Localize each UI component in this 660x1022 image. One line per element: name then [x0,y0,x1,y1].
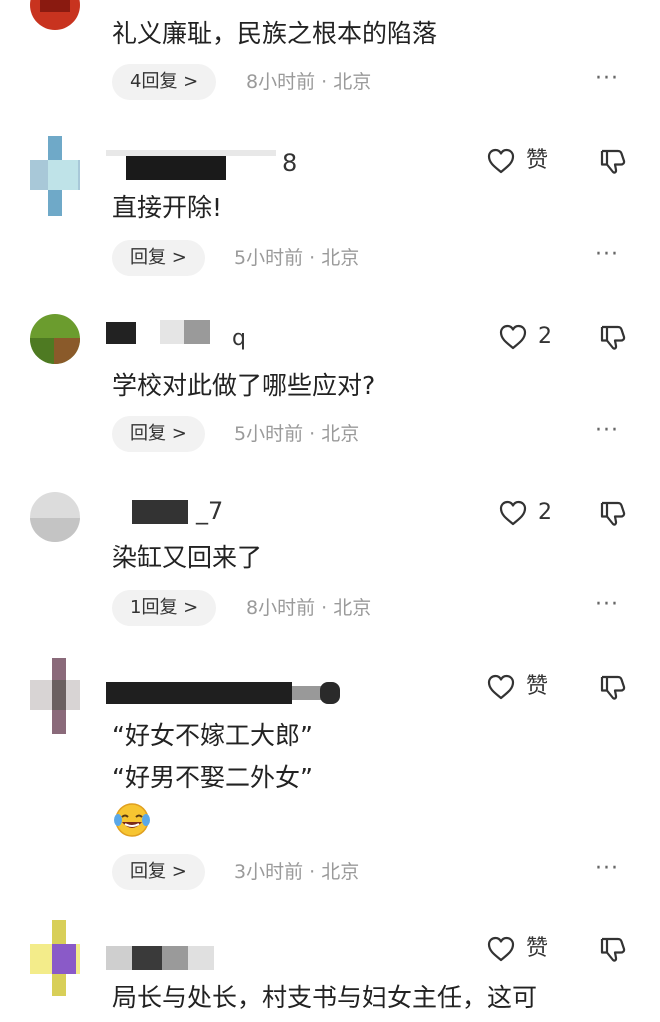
heart-outline-icon [486,934,516,964]
comment-text-line-2: “好男不娶二外女” [112,763,313,792]
username-fragment: 8 [282,149,298,177]
laughing-crying-emoji [114,803,150,837]
avatar[interactable] [30,0,80,30]
avatar[interactable] [30,314,80,364]
heart-outline-icon [486,146,516,176]
thumbs-down-icon[interactable] [598,146,628,176]
reply-button[interactable]: 回复 > [112,416,205,452]
username[interactable]: q [106,312,366,351]
like-label: 赞 [526,148,549,173]
like-count: 2 [538,500,552,525]
more-dots-icon[interactable]: ··· [590,854,624,890]
heart-outline-icon [486,672,516,702]
comment-text: 礼义廉耻，民族之根本的陷落 [112,19,438,48]
username[interactable] [106,938,366,970]
comment-item: _7 2 染缸又回来了 1回复 > 8小时前 · 北京 ··· [0,482,660,632]
avatar[interactable] [30,492,80,542]
comment-text: 学校对此做了哪些应对? [112,371,376,400]
like-button[interactable]: 赞 [486,144,566,178]
comment-item: q 2 学校对此做了哪些应对? 回复 > 5小时前 · 北京 ··· [0,306,660,456]
reply-button[interactable]: 4回复 > [112,64,217,100]
comment-item: 赞 “好女不嫁工大郎” “好男不娶二外女” 回复 > 3小时前 · 北京 ··· [0,654,660,904]
timestamp-location: 5小时前 · 北京 [234,423,360,445]
more-dots-icon[interactable]: ··· [590,590,624,626]
avatar[interactable] [30,136,80,216]
comment-item: 礼义廉耻，民族之根本的陷落 4回复 > 8小时前 · 北京 ··· [0,0,660,110]
thumbs-down-icon[interactable] [598,672,628,702]
heart-outline-icon [498,322,528,352]
reply-button[interactable]: 回复 > [112,854,205,890]
thumbs-down-icon[interactable] [598,498,628,528]
comment-text: 染缸又回来了 [112,543,263,572]
username[interactable]: 8 [106,148,366,180]
timestamp-location: 8小时前 · 北京 [246,597,372,619]
like-count: 2 [538,324,552,349]
reply-button[interactable]: 回复 > [112,240,205,276]
comment-text: 局长与处长，村支书与妇女主任，这可 [112,983,538,1012]
timestamp-location: 5小时前 · 北京 [234,247,360,269]
more-dots-icon[interactable]: ··· [590,240,624,276]
more-dots-icon[interactable]: ··· [590,64,624,100]
username-fragment: q [232,326,246,351]
comment-text: 直接开除! [112,193,223,222]
timestamp-location: 3小时前 · 北京 [234,861,360,883]
username[interactable] [106,676,366,706]
comment-item: 赞 局长与处长，村支书与妇女主任，这可 [0,918,660,1022]
username-fragment: _7 [196,497,224,525]
comment-text-line-1: “好女不嫁工大郎” [112,721,313,750]
like-button[interactable]: 赞 [486,932,566,966]
like-button[interactable]: 2 [498,320,578,354]
heart-outline-icon [498,498,528,528]
thumbs-down-icon[interactable] [598,934,628,964]
thumbs-down-icon[interactable] [598,322,628,352]
like-button[interactable]: 赞 [486,670,566,704]
more-dots-icon[interactable]: ··· [590,416,624,452]
like-button[interactable]: 2 [498,496,578,530]
username[interactable]: _7 [106,492,366,525]
reply-button[interactable]: 1回复 > [112,590,217,626]
comment-item: 8 赞 直接开除! 回复 > 5小时前 · 北京 ··· [0,130,660,280]
timestamp-location: 8小时前 · 北京 [246,71,372,93]
avatar[interactable] [30,658,80,734]
avatar[interactable] [30,920,80,996]
like-label: 赞 [526,936,549,961]
like-label: 赞 [526,674,549,699]
